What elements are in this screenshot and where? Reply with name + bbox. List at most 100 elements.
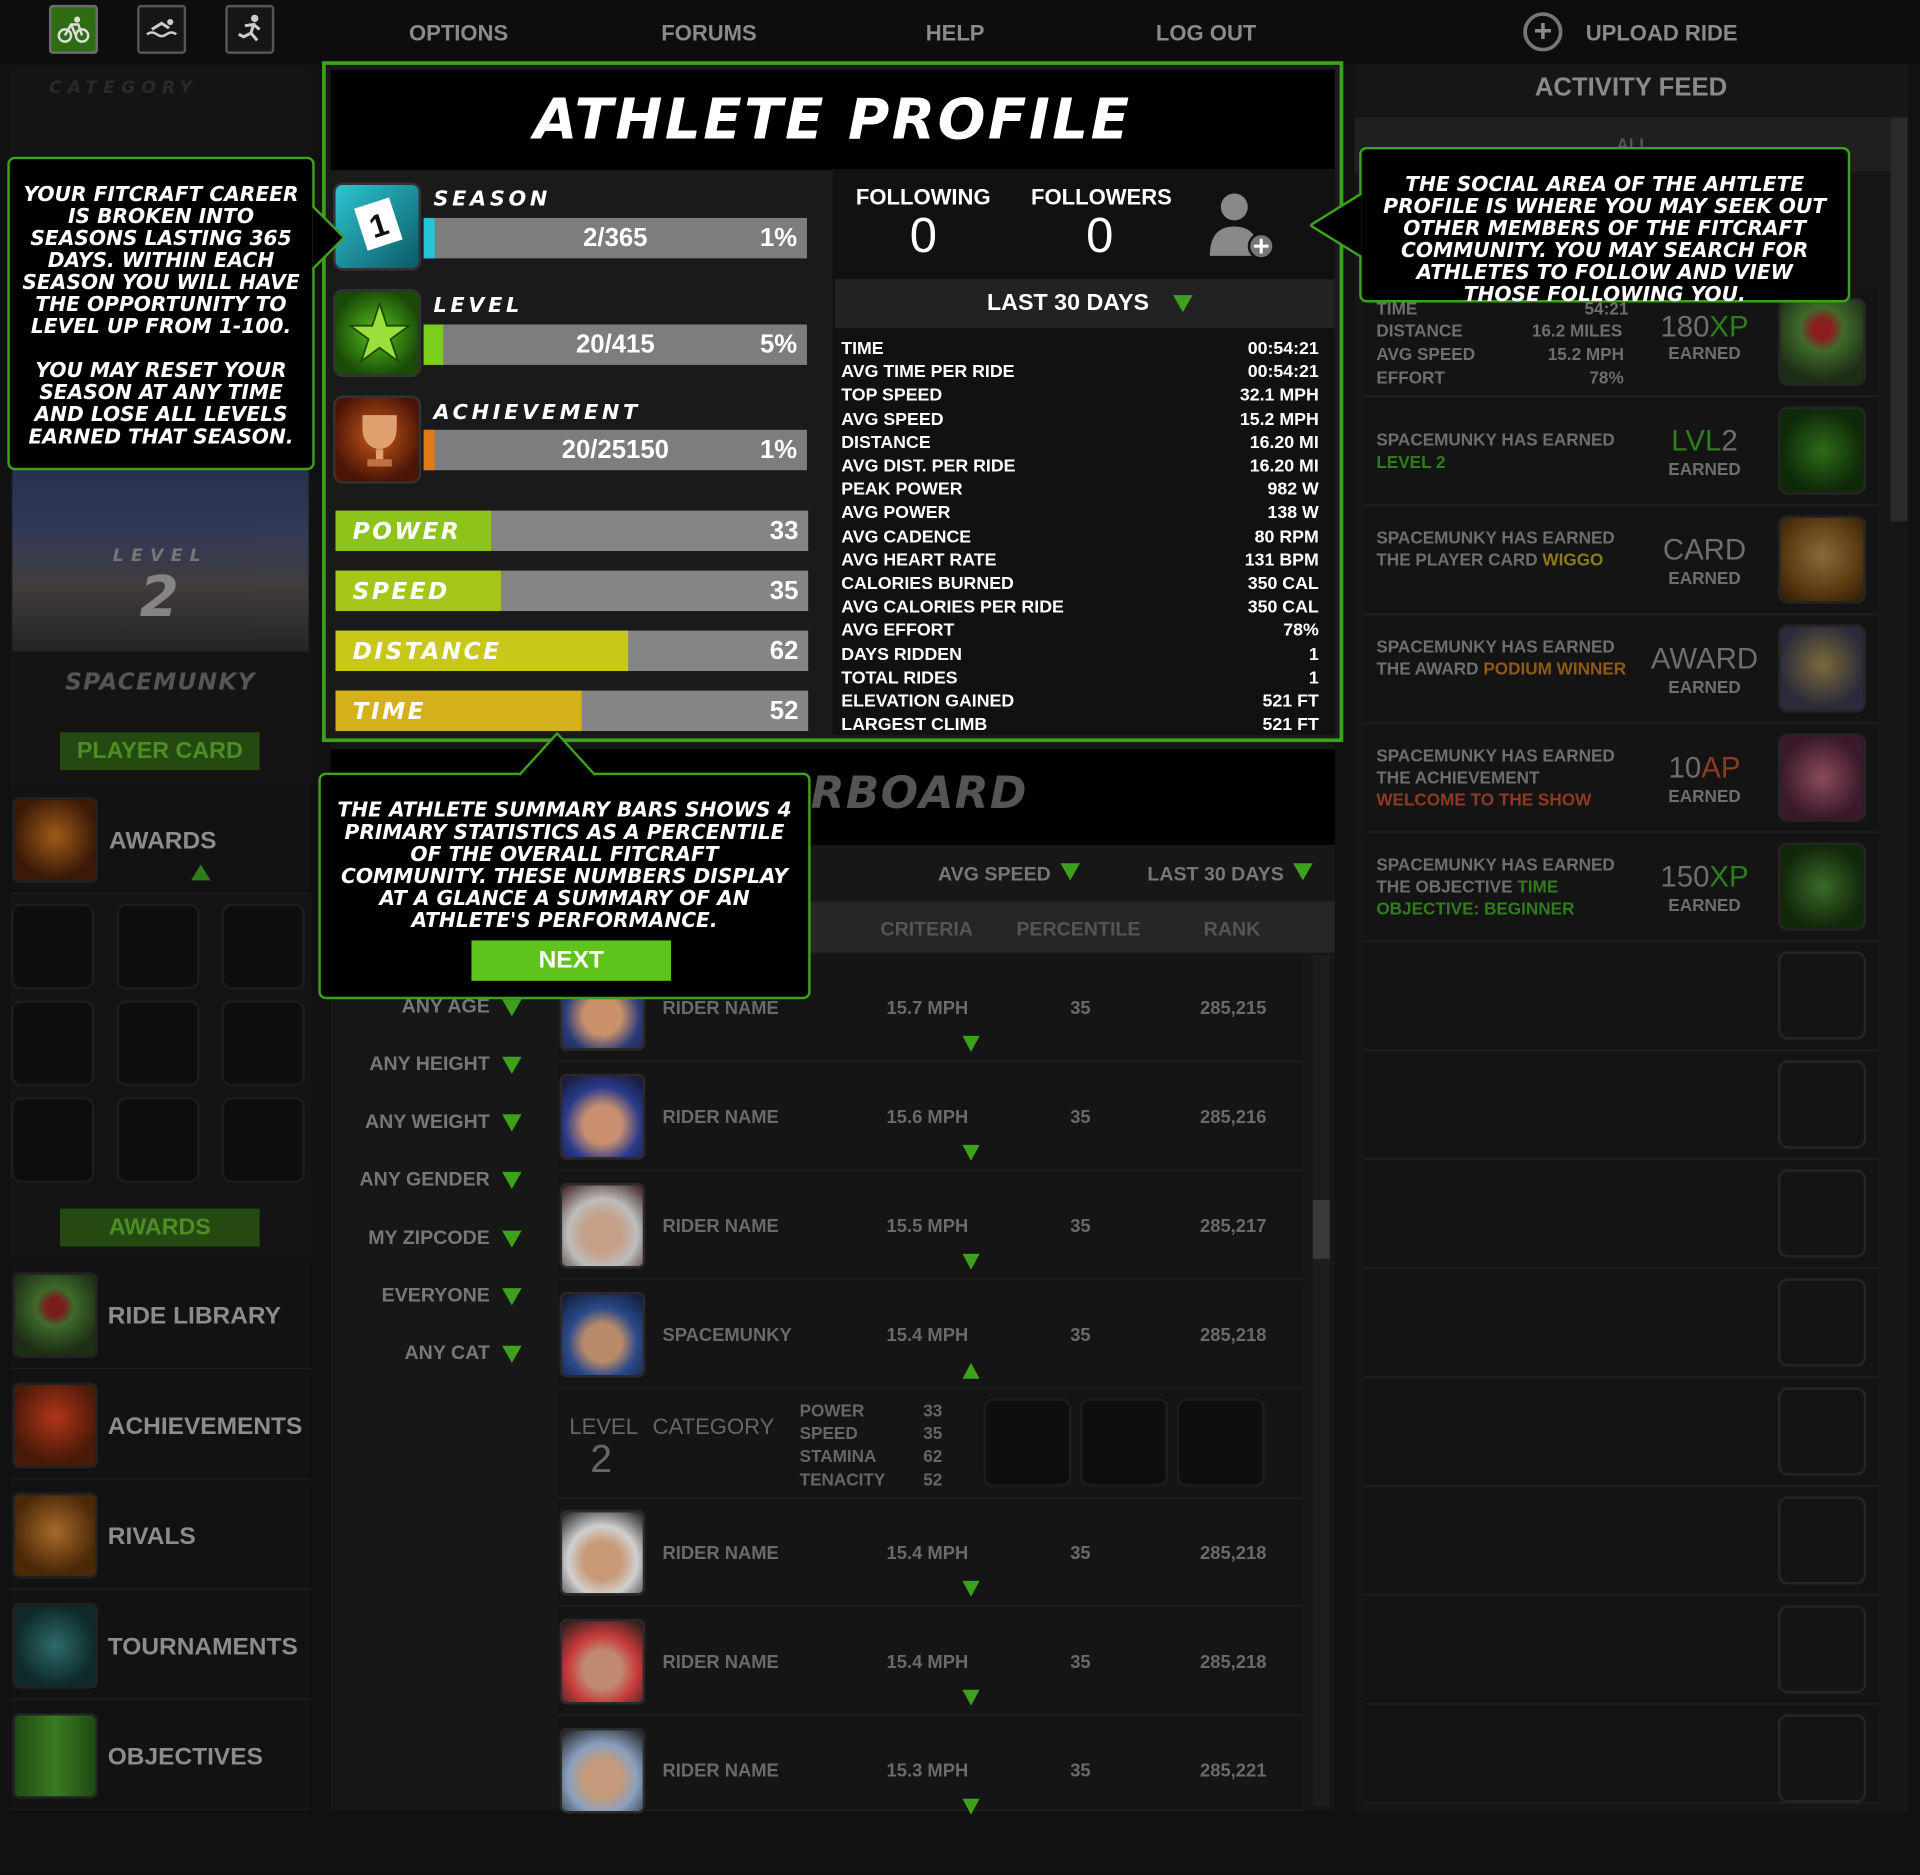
badge-slot[interactable] [1176,1398,1265,1487]
sidebar-item-tournaments[interactable]: TOURNAMENTS [9,1591,312,1700]
feed-item[interactable]: SPACEMUNKY HAS EARNED THE ACHIEVEMENT WELC… [1364,724,1879,833]
followers-count[interactable]: 0 [1086,209,1113,264]
filter-category[interactable]: ANY CAT [331,1343,527,1365]
feed-item[interactable]: SPACEMUNKY HAS EARNED THE AWARD PODIUM WI… [1364,615,1879,724]
award-slot[interactable] [11,1000,95,1087]
sidebar-item-objectives[interactable]: OBJECTIVES [9,1702,312,1810]
award-slot[interactable] [116,1097,200,1183]
table-row-current-user[interactable]: SPACEMUNKY 15.4 MPH 35 285,218 [558,1282,1303,1389]
badge-slot[interactable] [1080,1398,1169,1487]
following-label[interactable]: FOLLOWING [856,185,991,211]
awards-tile[interactable]: AWARDS [9,786,312,894]
nav-options[interactable]: OPTIONS [409,21,508,47]
table-row[interactable]: RIDER NAME 15.3 MPH 35 285,221 [558,1717,1303,1815]
badge-slot[interactable] [983,1398,1072,1487]
nav-logout[interactable]: LOG OUT [1156,21,1256,47]
table-row[interactable]: RIDER NAME 15.5 MPH 35 285,217 [558,1173,1303,1280]
feed-item[interactable]: SPACEMUNKY HAS EARNED LEVEL 2 LVL2 EARNED [1364,397,1879,506]
filter-label: ANY HEIGHT [369,1054,490,1076]
cycling-icon[interactable] [48,4,98,54]
period-select[interactable]: LAST 30 DAYS [835,279,1335,329]
collapse-arrow-icon[interactable] [962,1362,980,1379]
leaderboard-scrollbar[interactable] [1312,955,1330,1807]
feed-text: THE PLAYER CARD [1376,549,1538,570]
detail-label: ELEVATION GAINED [841,691,1015,712]
followers-label[interactable]: FOLLOWERS [1031,185,1172,211]
rider-speed: 15.4 MPH [886,1651,969,1673]
feed-highlight: WIGGO [1542,549,1604,570]
swimming-icon[interactable] [137,4,187,54]
award-slot[interactable] [221,1097,305,1183]
table-row[interactable]: RIDER NAME 15.4 MPH 35 285,218 [558,1500,1303,1607]
feed-item-empty [1364,942,1879,1051]
detail-label: TOTAL RIDES [841,668,958,688]
col-percentile[interactable]: PERCENTILE [1016,920,1140,942]
earned-unit: XP [1709,860,1749,894]
expand-arrow-icon[interactable] [962,1689,980,1706]
sidebar-item-rivals[interactable]: RIVALS [9,1481,312,1590]
feed-item[interactable]: SPACEMUNKY HAS EARNED THE OBJECTIVE TIME … [1364,833,1879,942]
rider-speed: 15.6 MPH [886,1106,969,1128]
expand-arrow-icon[interactable] [962,1144,980,1161]
level-label: LEVEL [433,293,523,319]
expand-arrow-icon[interactable] [962,1798,980,1815]
rider-rank: 285,218 [1200,1324,1267,1346]
detail-value: 15.2 MPH [1239,409,1319,430]
earned-amount: 150 [1660,860,1710,894]
award-slot[interactable] [11,1097,95,1183]
col-rank[interactable]: RANK [1204,920,1261,942]
feed-scrollbar[interactable] [1890,117,1908,522]
collapse-arrow-icon[interactable] [191,864,211,881]
sidebar-item-achievements[interactable]: ACHIEVEMENTS [9,1371,312,1480]
rider-name: RIDER NAME [662,1542,779,1564]
expand-arrow-icon[interactable] [962,1253,980,1270]
add-athlete-icon[interactable] [1205,190,1276,261]
filter-height[interactable]: ANY HEIGHT [331,1054,527,1076]
awards-button[interactable]: AWARDS [60,1208,260,1247]
social-tooltip: THE SOCIAL AREA OF THE AHTLETE PROFILE I… [1359,146,1851,306]
scrollbar-thumb[interactable] [1312,1200,1330,1259]
lb-period-select[interactable]: LAST 30 DAYS [1147,863,1314,886]
stat-label: TENACITY [799,1469,886,1489]
metric-select[interactable]: AVG SPEED [938,863,1081,886]
expand-arrow-icon[interactable] [962,1035,980,1052]
feed-item-empty [1364,1160,1879,1269]
filter-zipcode[interactable]: MY ZIPCODE [331,1228,527,1250]
season-progress-bar: 2/365 1% [423,217,807,259]
nav-forums[interactable]: FORUMS [661,21,757,47]
stat-label: SPEED [799,1422,858,1443]
stat-value: 33 [923,1400,943,1421]
award-slot[interactable] [11,903,95,990]
nav-help[interactable]: HELP [926,21,985,47]
rider-rank: 285,217 [1200,1215,1267,1237]
expand-arrow-icon[interactable] [962,1580,980,1597]
earned-label: EARNED [1668,459,1741,479]
award-slot[interactable] [116,1000,200,1087]
upload-plus-icon[interactable]: + [1523,12,1563,52]
filter-weight[interactable]: ANY WEIGHT [331,1112,527,1134]
filter-gender[interactable]: ANY GENDER [331,1169,527,1191]
filter-age[interactable]: ANY AGE [331,997,527,1019]
player-card-button[interactable]: PLAYER CARD [60,732,260,771]
feed-text: THE ACHIEVEMENT [1376,767,1540,788]
award-slot[interactable] [116,903,200,990]
award-slot[interactable] [221,903,305,990]
table-row[interactable]: RIDER NAME 15.6 MPH 35 285,216 [558,1064,1303,1171]
avatar [559,1291,646,1378]
running-icon[interactable] [225,4,275,54]
sidebar-item-ride-library[interactable]: RIDE LIBRARY [9,1261,312,1369]
table-row[interactable]: RIDER NAME 15.4 MPH 35 285,218 [558,1608,1303,1716]
award-slot[interactable] [221,1000,305,1087]
feed-item[interactable]: SPACEMUNKY HAS EARNED THE PLAYER CARD WIG… [1364,506,1879,615]
col-criteria[interactable]: CRITERIA [880,920,973,942]
handshake-icon [12,1492,98,1579]
detail-row: AVG POWER 138 W [841,504,1319,527]
stat-value: 62 [769,636,799,665]
activity-feed-title: ACTIVITY FEED [1534,73,1728,102]
following-count[interactable]: 0 [910,209,937,264]
next-button[interactable]: NEXT [471,940,672,981]
detail-label: AVG TIME PER RIDE [841,362,1015,383]
leaderboard-title: RBOARD [810,768,1028,820]
filter-everyone[interactable]: EVERYONE [331,1286,527,1308]
upload-ride-link[interactable]: UPLOAD RIDE [1586,21,1738,47]
